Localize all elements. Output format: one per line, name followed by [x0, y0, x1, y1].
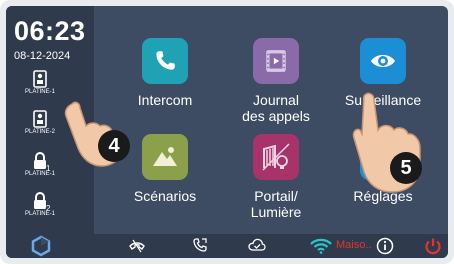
lock-icon — [34, 192, 46, 209]
step-badge: 4 — [98, 130, 130, 162]
clock-date: 08-12-2024 — [14, 50, 71, 62]
app-label-journal-line1: Journal — [253, 92, 299, 108]
call-forward-icon[interactable] — [192, 237, 208, 255]
film-log-icon — [266, 50, 286, 72]
sidebar-item-platine-1[interactable]: PLATINE-1 — [10, 70, 70, 95]
door-station-icon — [33, 110, 47, 128]
wifi-network-label: Maiso.. — [336, 239, 372, 251]
clock-time: 06:23 — [14, 16, 86, 46]
app-label-portail-line1: Portail/ — [254, 188, 298, 204]
gate-light-icon — [262, 143, 290, 171]
app-label-journal-line2: des appels — [242, 108, 310, 124]
app-label-portail-line2: Lumière — [250, 204, 302, 220]
sidebar-item-label: PLATINE-1 — [25, 89, 55, 95]
portail-tile[interactable] — [253, 134, 299, 180]
door-station-icon — [33, 70, 47, 88]
cloud-check-icon[interactable] — [248, 237, 266, 253]
info-icon[interactable] — [376, 237, 394, 255]
step-badge: 5 — [390, 152, 422, 184]
app-portail[interactable]: Portail/ Lumière — [221, 134, 331, 220]
intercom-tile[interactable] — [142, 38, 188, 84]
eye-icon — [371, 55, 395, 67]
app-journal[interactable]: Journal des appels — [221, 38, 331, 124]
sidebar-item-lock-2[interactable]: 2 PLATINE-1 — [10, 192, 70, 217]
lock-number: 1 — [46, 164, 51, 173]
surveillance-tile[interactable] — [360, 38, 406, 84]
phone-icon — [156, 51, 175, 70]
app-label-scenarios: Scénarios — [133, 188, 197, 204]
lock-number: 2 — [46, 204, 51, 213]
device-frame: 06:23 08-12-2024 PLATINE-1 PLATINE-2 1 P… — [0, 0, 454, 264]
sidebar-item-label: PLATINE-1 — [25, 211, 55, 217]
home-screen: 06:23 08-12-2024 PLATINE-1 PLATINE-2 1 P… — [6, 6, 448, 258]
mountain-icon — [153, 147, 177, 166]
scenarios-tile[interactable] — [142, 134, 188, 180]
journal-tile[interactable] — [253, 38, 299, 84]
wifi-icon[interactable] — [310, 238, 332, 254]
sidebar-item-label: PLATINE-1 — [25, 171, 55, 177]
lock-icon — [34, 152, 46, 169]
hangup-icon[interactable] — [128, 237, 146, 255]
power-icon[interactable] — [424, 237, 442, 255]
bottom-bar: Maiso.. — [6, 234, 448, 258]
sidebar-item-label: PLATINE-2 — [25, 129, 55, 135]
home-logo-icon[interactable] — [30, 235, 52, 257]
